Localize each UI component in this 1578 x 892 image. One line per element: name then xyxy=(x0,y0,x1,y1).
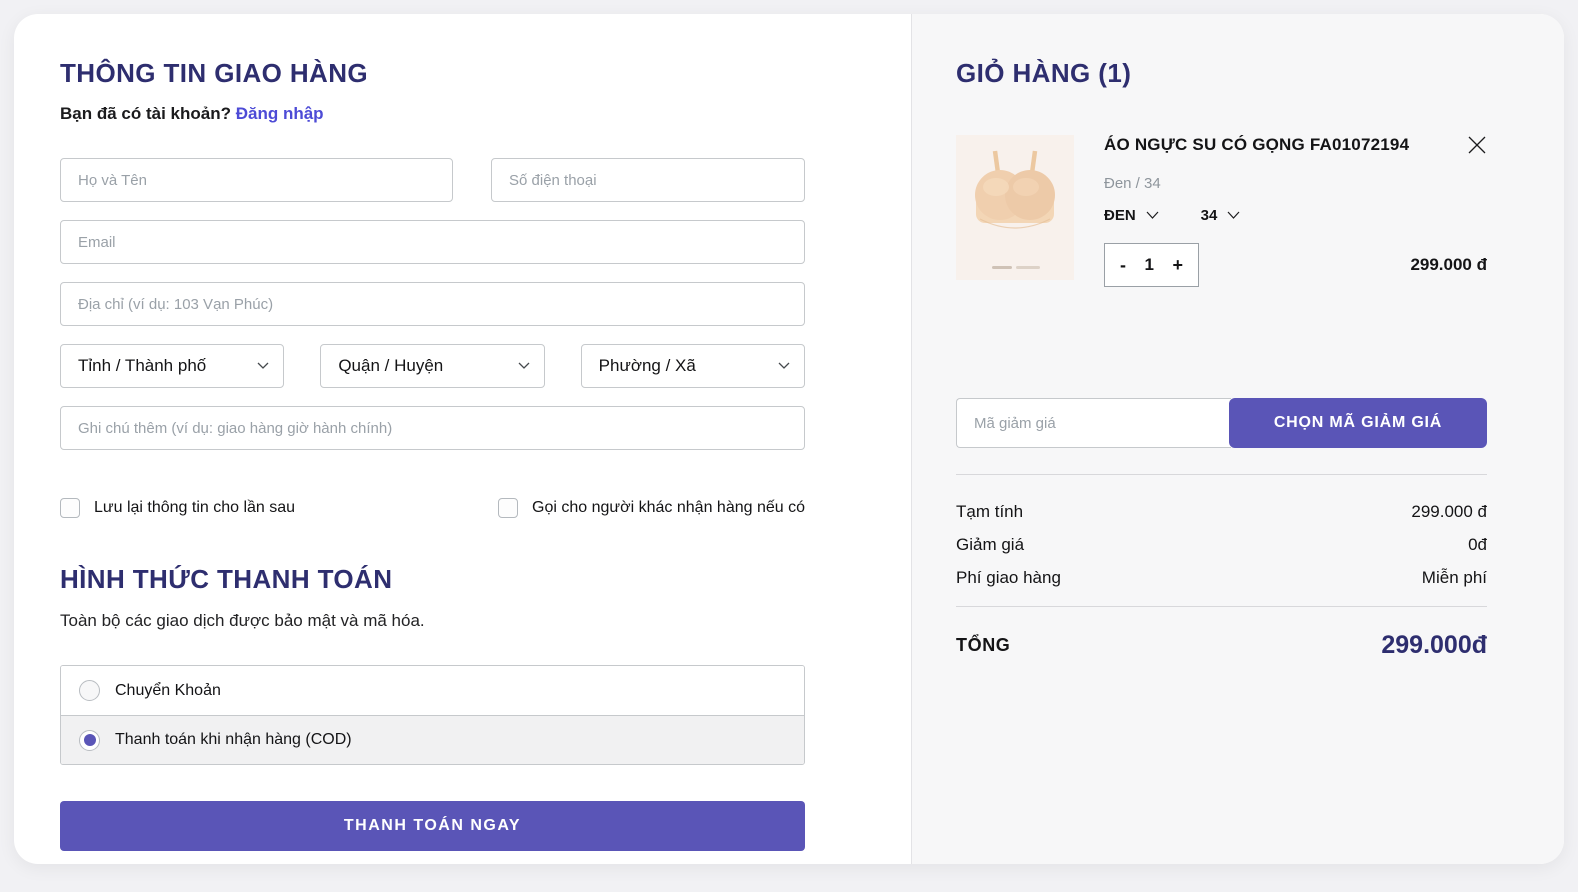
ward-select-label: Phường / Xã xyxy=(599,356,696,376)
summary-row-shipping: Phí giao hàng Miễn phí xyxy=(956,561,1487,594)
order-summary: Tạm tính 299.000 đ Giảm giá 0đ Phí giao … xyxy=(956,495,1487,594)
divider xyxy=(956,474,1487,475)
choose-discount-button[interactable]: CHỌN MÃ GIẢM GIÁ xyxy=(1229,398,1487,448)
bra-product-illustration xyxy=(956,135,1074,280)
summary-value: 0đ xyxy=(1468,528,1487,561)
quantity-increase-button[interactable]: + xyxy=(1170,255,1185,276)
shipping-panel: THÔNG TIN GIAO HÀNG Bạn đã có tài khoản?… xyxy=(14,14,911,864)
chevron-down-icon xyxy=(1227,211,1240,220)
checkout-card: THÔNG TIN GIAO HÀNG Bạn đã có tài khoản?… xyxy=(14,14,1564,864)
chevron-down-icon xyxy=(257,362,269,370)
save-info-label: Lưu lại thông tin cho lần sau xyxy=(94,499,295,517)
summary-value: Miễn phí xyxy=(1422,561,1487,594)
district-select[interactable]: Quận / Huyện xyxy=(320,344,544,388)
discount-code-input[interactable] xyxy=(956,398,1231,448)
note-input[interactable] xyxy=(60,406,805,450)
variant-text: Đen / 34 xyxy=(1104,175,1487,192)
cart-title: GIỎ HÀNG (1) xyxy=(956,58,1487,89)
payment-subtitle: Toàn bộ các giao dịch được bảo mật và mã… xyxy=(60,611,805,631)
payment-option-label: Chuyển Khoản xyxy=(115,682,221,700)
total-row: TỔNG 299.000đ xyxy=(956,631,1487,660)
cart-panel: GIỎ HÀNG (1) ÁO xyxy=(911,14,1564,864)
ward-select[interactable]: Phường / Xã xyxy=(581,344,805,388)
radio-icon xyxy=(79,680,100,701)
chevron-down-icon xyxy=(518,362,530,370)
phone-input[interactable] xyxy=(491,158,805,202)
other-receiver-label: Gọi cho người khác nhận hàng nếu có xyxy=(532,499,805,517)
color-select[interactable]: ĐEN xyxy=(1104,207,1159,224)
item-price: 299.000 đ xyxy=(1410,255,1487,275)
product-info: ÁO NGỰC SU CÓ GỌNG FA01072194 Đen / 34 Đ… xyxy=(1104,135,1487,287)
color-select-value: ĐEN xyxy=(1104,207,1136,224)
summary-row-discount: Giảm giá 0đ xyxy=(956,528,1487,561)
shipping-form: Tỉnh / Thành phố Quận / Huyện Phường / X… xyxy=(60,158,805,450)
chevron-down-icon xyxy=(778,362,790,370)
summary-label: Giảm giá xyxy=(956,528,1024,561)
summary-label: Tạm tính xyxy=(956,495,1023,528)
address-input[interactable] xyxy=(60,282,805,326)
save-info-checkbox[interactable]: Lưu lại thông tin cho lần sau xyxy=(60,498,295,518)
payment-title: HÌNH THỨC THANH TOÁN xyxy=(60,564,805,595)
checkbox-row: Lưu lại thông tin cho lần sau Gọi cho ng… xyxy=(60,498,805,518)
email-input[interactable] xyxy=(60,220,805,264)
payment-option-label: Thanh toán khi nhận hàng (COD) xyxy=(115,731,352,749)
payment-options: Chuyển Khoản Thanh toán khi nhận hàng (C… xyxy=(60,665,805,765)
account-prompt: Bạn đã có tài khoản? xyxy=(60,104,231,123)
login-link[interactable]: Đăng nhập xyxy=(236,104,324,123)
account-line: Bạn đã có tài khoản? Đăng nhập xyxy=(60,104,805,124)
product-name: ÁO NGỰC SU CÓ GỌNG FA01072194 xyxy=(1104,135,1409,155)
discount-row: CHỌN MÃ GIẢM GIÁ xyxy=(956,398,1487,448)
fullname-input[interactable] xyxy=(60,158,453,202)
checkbox-box-icon xyxy=(60,498,80,518)
size-select[interactable]: 34 xyxy=(1201,207,1241,224)
product-image xyxy=(956,135,1074,280)
payment-option-bank-transfer[interactable]: Chuyển Khoản xyxy=(61,666,804,715)
summary-label: Phí giao hàng xyxy=(956,561,1061,594)
remove-item-close-icon[interactable] xyxy=(1465,133,1489,162)
other-receiver-checkbox[interactable]: Gọi cho người khác nhận hàng nếu có xyxy=(498,498,805,518)
divider xyxy=(956,606,1487,607)
summary-value: 299.000 đ xyxy=(1411,495,1487,528)
province-select[interactable]: Tỉnh / Thành phố xyxy=(60,344,284,388)
district-select-label: Quận / Huyện xyxy=(338,356,443,376)
quantity-value: 1 xyxy=(1145,255,1154,275)
total-label: TỔNG xyxy=(956,635,1010,656)
cart-item: ÁO NGỰC SU CÓ GỌNG FA01072194 Đen / 34 Đ… xyxy=(956,135,1487,287)
chevron-down-icon xyxy=(1146,211,1159,220)
total-value: 299.000đ xyxy=(1381,631,1487,660)
size-select-value: 34 xyxy=(1201,207,1218,224)
shipping-title: THÔNG TIN GIAO HÀNG xyxy=(60,58,805,89)
summary-row-subtotal: Tạm tính 299.000 đ xyxy=(956,495,1487,528)
province-select-label: Tỉnh / Thành phố xyxy=(78,356,206,376)
pay-now-button[interactable]: THANH TOÁN NGAY xyxy=(60,801,805,851)
payment-option-cod[interactable]: Thanh toán khi nhận hàng (COD) xyxy=(61,715,804,764)
checkbox-box-icon xyxy=(498,498,518,518)
radio-icon xyxy=(79,730,100,751)
quantity-decrease-button[interactable]: - xyxy=(1118,255,1128,276)
quantity-stepper: - 1 + xyxy=(1104,243,1199,287)
